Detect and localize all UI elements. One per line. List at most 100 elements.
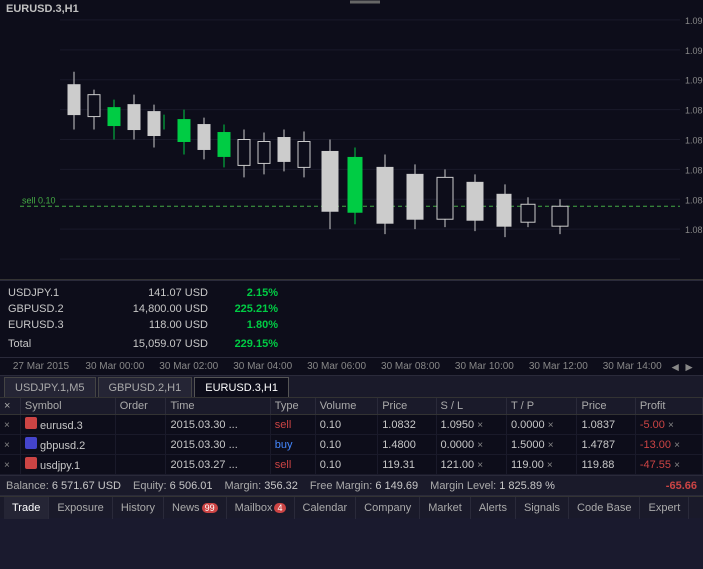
free-margin-value: 6 149.69	[375, 480, 418, 492]
mailbox-badge: 4	[274, 503, 285, 513]
balance-loss: -65.66	[666, 480, 697, 492]
row-tp-2: 1.5000 ×	[507, 435, 577, 455]
col-current-price: Price	[577, 398, 635, 415]
time-label-3: 30 Mar 02:00	[152, 361, 226, 372]
tab-company[interactable]: Company	[356, 497, 420, 519]
svg-text:1.0915: 1.0915	[685, 46, 703, 56]
tab-signals[interactable]: Signals	[516, 497, 569, 519]
row-close-3[interactable]: ×	[0, 455, 20, 475]
time-label-1: 27 Mar 2015	[4, 361, 78, 372]
time-label-7: 30 Mar 10:00	[447, 361, 521, 372]
chart-tab-row: USDJPY.1,M5 GBPUSD.2,H1 EURUSD.3,H1	[0, 376, 703, 398]
balance-item: Balance: 6 571.67 USD	[6, 480, 121, 492]
margin-label: Margin:	[225, 480, 265, 492]
svg-text:sell 0.10: sell 0.10	[22, 195, 55, 205]
balance-bar: Balance: 6 571.67 USD Equity: 6 506.01 M…	[0, 476, 703, 496]
row-current-2: 1.4787	[577, 435, 635, 455]
tab-calendar[interactable]: Calendar	[295, 497, 357, 519]
margin-level-item: Margin Level: 1 825.89 %	[430, 480, 555, 492]
svg-text:1.0885: 1.0885	[685, 106, 703, 116]
row-close-2[interactable]: ×	[0, 435, 20, 455]
margin-level-label: Margin Level:	[430, 480, 499, 492]
balance-value: 6 571.67 USD	[52, 480, 121, 492]
row-symbol-3: usdjpy.1	[20, 455, 115, 475]
row-sl-3: 121.00 ×	[436, 455, 506, 475]
row-close-1[interactable]: ×	[0, 415, 20, 435]
scroll-left-arrow[interactable]: ◄	[669, 360, 681, 374]
profit-close-2[interactable]: ×	[674, 440, 680, 451]
row-sl-1: 1.0950 ×	[436, 415, 506, 435]
tp-close-1[interactable]: ×	[548, 420, 554, 431]
tab-alerts[interactable]: Alerts	[471, 497, 516, 519]
sl-close-3[interactable]: ×	[477, 460, 483, 471]
tp-close-2[interactable]: ×	[548, 440, 554, 451]
row-symbol-2: gbpusd.2	[20, 435, 115, 455]
row-price-2: 1.4800	[378, 435, 436, 455]
profit-close-3[interactable]: ×	[674, 460, 680, 471]
free-margin-label: Free Margin:	[310, 480, 375, 492]
tab-eurusd[interactable]: EURUSD.3,H1	[194, 377, 289, 397]
stat-total-row: Total 15,059.07 USD 229.15%	[8, 335, 695, 353]
sl-close-1[interactable]: ×	[477, 420, 483, 431]
svg-text:1.0855: 1.0855	[685, 165, 703, 175]
row-current-3: 119.88	[577, 455, 635, 475]
stat-pct-usdjpy: 2.15%	[208, 285, 278, 301]
col-close: ×	[0, 398, 20, 415]
tab-market[interactable]: Market	[420, 497, 471, 519]
news-badge: 99	[202, 503, 218, 513]
trade-table: × Symbol Order Time Type Volume Price S …	[0, 398, 703, 475]
col-sl: S / L	[436, 398, 506, 415]
time-label-8: 30 Mar 12:00	[521, 361, 595, 372]
stat-total-pct: 229.15%	[208, 335, 278, 353]
time-label-4: 30 Mar 04:00	[226, 361, 300, 372]
row-order-1	[115, 415, 166, 435]
scroll-right-arrow[interactable]: ►	[683, 360, 695, 374]
chart-title: EURUSD.3,H1	[6, 3, 79, 15]
row-tp-1: 0.0000 ×	[507, 415, 577, 435]
tab-news[interactable]: News99	[164, 497, 227, 519]
trade-table-area: × Symbol Order Time Type Volume Price S …	[0, 398, 703, 476]
row-volume-1: 0.10	[315, 415, 377, 435]
row-volume-2: 0.10	[315, 435, 377, 455]
tab-expert[interactable]: Expert	[640, 497, 689, 519]
bottom-tab-bar: Trade Exposure History News99 Mailbox4 C…	[0, 496, 703, 518]
row-type-1: sell	[270, 415, 315, 435]
stat-symbol-eurusd: EURUSD.3	[8, 317, 98, 333]
stat-value-gbpusd: 14,800.00 USD	[98, 301, 208, 317]
stat-row-eurusd: EURUSD.3 118.00 USD 1.80%	[8, 317, 695, 333]
table-header-row: × Symbol Order Time Type Volume Price S …	[0, 398, 703, 415]
tab-code-base[interactable]: Code Base	[569, 497, 640, 519]
row-time-2: 2015.03.30 ...	[166, 435, 270, 455]
tab-usdjpy[interactable]: USDJPY.1,M5	[4, 377, 96, 397]
tab-history[interactable]: History	[113, 497, 164, 519]
tab-gbpusd[interactable]: GBPUSD.2,H1	[98, 377, 193, 397]
table-row: × eurusd.3 2015.03.30 ... sell 0.10 1.08…	[0, 415, 703, 435]
tab-exposure[interactable]: Exposure	[49, 497, 112, 519]
svg-text:1.0900: 1.0900	[685, 76, 703, 86]
row-order-2	[115, 435, 166, 455]
stat-symbol-usdjpy: USDJPY.1	[8, 285, 98, 301]
time-label-6: 30 Mar 08:00	[374, 361, 448, 372]
col-order: Order	[115, 398, 166, 415]
equity-item: Equity: 6 506.01	[133, 480, 213, 492]
col-time: Time	[166, 398, 270, 415]
col-volume: Volume	[315, 398, 377, 415]
profit-close-1[interactable]: ×	[668, 420, 674, 431]
tab-trade[interactable]: Trade	[4, 497, 49, 519]
stat-value-usdjpy: 141.07 USD	[98, 285, 208, 301]
row-current-1: 1.0837	[577, 415, 635, 435]
stat-total-label: Total	[8, 335, 98, 353]
stat-pct-eurusd: 1.80%	[208, 317, 278, 333]
svg-text:1.0930: 1.0930	[685, 16, 703, 26]
svg-text:1.0870: 1.0870	[685, 136, 703, 146]
row-tp-3: 119.00 ×	[507, 455, 577, 475]
time-label-9: 30 Mar 14:00	[595, 361, 669, 372]
svg-text:1.0825: 1.0825	[685, 225, 703, 235]
tp-close-3[interactable]: ×	[547, 460, 553, 471]
table-row: × usdjpy.1 2015.03.27 ... sell 0.10 119.…	[0, 455, 703, 475]
sl-close-2[interactable]: ×	[477, 440, 483, 451]
row-order-3	[115, 455, 166, 475]
time-label-5: 30 Mar 06:00	[300, 361, 374, 372]
time-axis: 27 Mar 2015 30 Mar 00:00 30 Mar 02:00 30…	[0, 358, 703, 376]
tab-mailbox[interactable]: Mailbox4	[227, 497, 295, 519]
